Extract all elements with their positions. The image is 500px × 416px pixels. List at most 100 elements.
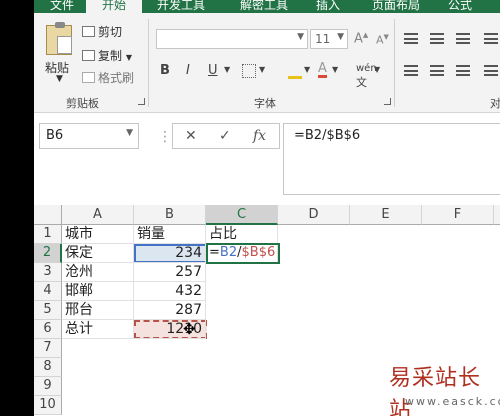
cancel-icon[interactable]: ✕ — [185, 128, 197, 144]
align-top-icon[interactable] — [404, 33, 418, 44]
phonetic-dropdown-icon[interactable]: ▼ — [374, 65, 380, 74]
scissors-icon — [82, 26, 95, 37]
paste-icon[interactable] — [46, 22, 72, 55]
underline-button[interactable]: U — [208, 63, 218, 78]
col-header-c[interactable]: C — [206, 205, 278, 225]
clipboard-group-label: 剪贴板 — [66, 97, 99, 110]
fill-color-icon[interactable] — [288, 63, 302, 79]
bold-button[interactable]: B — [160, 63, 170, 78]
fill-dropdown-icon[interactable]: ▼ — [304, 65, 310, 74]
ribbon-tab-bar: 文件 开始 开发工具 解密工具 插入 页面布局 公式 — [34, 0, 500, 13]
italic-button[interactable]: I — [186, 63, 190, 78]
increase-font-label: A — [354, 31, 363, 47]
col-header-e[interactable]: E — [350, 205, 422, 225]
clipboard-launcher-icon[interactable] — [138, 98, 145, 105]
tab-formulas[interactable]: 公式 — [440, 0, 480, 13]
cell-a6[interactable]: 总计 — [62, 320, 134, 339]
font-name-combo[interactable]: ▼ — [156, 29, 308, 49]
cell-a4[interactable]: 邯郸 — [62, 282, 134, 301]
cut-label: 剪切 — [98, 25, 123, 39]
tab-page-layout[interactable]: 页面布局 — [360, 0, 432, 13]
name-box[interactable]: B6 ▼ — [39, 123, 139, 149]
row-header-9[interactable]: 9 — [34, 377, 62, 396]
worksheet-grid[interactable]: A B C D E F 1 2 3 4 5 6 7 8 9 10 城市 销量 占… — [34, 195, 500, 416]
borders-dropdown-icon[interactable]: ▼ — [259, 65, 265, 74]
cell-b3[interactable]: 257 — [134, 263, 206, 282]
cell-a3[interactable]: 沧州 — [62, 263, 134, 282]
brush-icon — [82, 72, 95, 83]
font-color-dropdown-icon[interactable]: ▼ — [332, 65, 338, 74]
select-all-corner[interactable] — [34, 205, 62, 225]
row-header-4[interactable]: 4 — [34, 282, 62, 301]
tab-file[interactable]: 文件 — [42, 0, 82, 13]
excel-window: 文件 开始 开发工具 解密工具 插入 页面布局 公式 粘贴 ▼ 剪切 复制 ▼ … — [34, 0, 500, 416]
align-right-icon[interactable] — [456, 65, 470, 76]
tab-developer[interactable]: 开发工具 — [146, 0, 216, 13]
row-header-1[interactable]: 1 — [34, 225, 62, 244]
cell-c1[interactable]: 占比 — [206, 225, 278, 244]
chevron-down-icon: ▼ — [337, 32, 344, 42]
align-middle-icon[interactable] — [430, 33, 444, 44]
align-center-icon[interactable] — [430, 65, 444, 76]
row-header-10[interactable]: 10 — [34, 396, 62, 415]
cell-a2[interactable]: 保定 — [62, 244, 134, 263]
col-header-b[interactable]: B — [134, 205, 206, 225]
cell-a5[interactable]: 邢台 — [62, 301, 134, 320]
col-header-g[interactable] — [494, 205, 500, 225]
copy-button[interactable]: 复制 ▼ — [82, 47, 132, 64]
copy-icon — [82, 50, 95, 61]
cut-button[interactable]: 剪切 — [82, 23, 122, 40]
formula-input[interactable]: =B2/$B$6 — [283, 123, 500, 195]
font-launcher-icon[interactable] — [384, 98, 391, 105]
paste-dropdown-icon[interactable]: ▼ — [56, 74, 63, 84]
font-size-value: 11 — [315, 32, 331, 46]
font-color-button[interactable]: A — [318, 62, 327, 78]
col-header-a[interactable]: A — [62, 205, 134, 225]
tab-home[interactable]: 开始 — [86, 0, 142, 13]
group-divider — [394, 19, 395, 107]
row-header-3[interactable]: 3 — [34, 263, 62, 282]
enter-icon[interactable]: ✓ — [219, 128, 231, 144]
align-left-icon[interactable] — [404, 65, 418, 76]
cell-b4[interactable]: 432 — [134, 282, 206, 301]
cell-b2[interactable]: 234 — [134, 244, 206, 263]
wrap-icon[interactable] — [484, 33, 498, 44]
group-divider — [148, 19, 149, 107]
function-icon[interactable]: fx — [253, 128, 266, 144]
cell-b5[interactable]: 287 — [134, 301, 206, 320]
active-cell-border — [206, 243, 280, 264]
decrease-font-button[interactable]: A▼ — [376, 33, 389, 47]
increase-font-button[interactable]: A▲ — [354, 31, 368, 46]
font-size-combo[interactable]: 11 ▼ — [310, 29, 348, 49]
left-black-strip — [0, 0, 34, 416]
move-cursor-icon: ✥ — [183, 320, 196, 338]
indent-icon[interactable] — [484, 65, 498, 76]
underline-dropdown-icon[interactable]: ▼ — [224, 65, 230, 74]
tab-insert[interactable]: 插入 — [308, 0, 348, 13]
format-painter-label: 格式刷 — [98, 71, 135, 85]
cell-a1[interactable]: 城市 — [62, 225, 134, 244]
cell-b1[interactable]: 销量 — [134, 225, 206, 244]
formula-bar-area: B6 ▼ ⋮ ✕ ✓ fx =B2/$B$6 — [34, 113, 500, 195]
chevron-down-icon: ▼ — [126, 128, 133, 138]
row-header-7[interactable]: 7 — [34, 339, 62, 358]
formula-buttons: ✕ ✓ fx — [172, 123, 280, 149]
col-header-d[interactable]: D — [278, 205, 350, 225]
watermark-url: www.easck.com — [405, 395, 500, 408]
chevron-down-icon: ▼ — [297, 32, 304, 42]
row-header-6[interactable]: 6 — [34, 320, 62, 339]
decrease-font-label: A — [376, 33, 384, 47]
font-group-label: 字体 — [254, 97, 276, 110]
format-painter-button[interactable]: 格式刷 — [82, 69, 134, 86]
row-header-2[interactable]: 2 — [34, 244, 62, 263]
alignment-group-label: 对 — [490, 97, 500, 110]
ribbon: 粘贴 ▼ 剪切 复制 ▼ 格式刷 剪贴板 ▼ 11 ▼ A▲ A▼ B I U ▼… — [34, 13, 500, 113]
row-header-8[interactable]: 8 — [34, 358, 62, 377]
name-box-value: B6 — [46, 128, 64, 143]
col-header-f[interactable]: F — [422, 205, 494, 225]
align-bottom-icon[interactable] — [456, 33, 470, 44]
row-header-5[interactable]: 5 — [34, 301, 62, 320]
tab-decrypt[interactable]: 解密工具 — [230, 0, 298, 13]
borders-icon[interactable] — [242, 64, 256, 78]
more-icon: ⋮ — [158, 129, 172, 145]
